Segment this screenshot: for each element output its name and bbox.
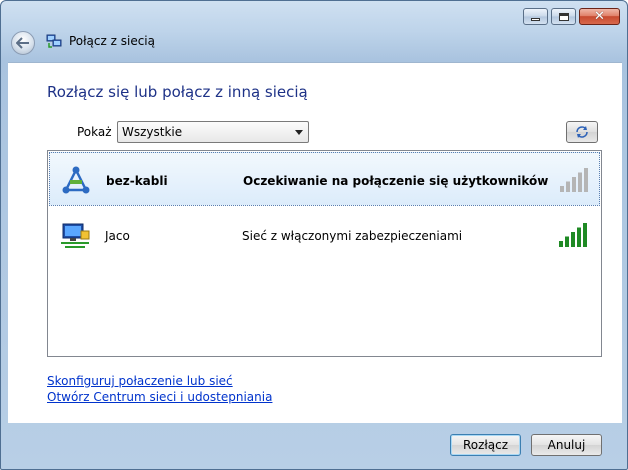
signal-bar [578,172,582,192]
window-title: Połącz z siecią [69,34,155,48]
network-row-jaco[interactable]: Jaco Sieć z włączonymi zabezpieczeniami [49,208,600,262]
setup-connection-link[interactable]: Skonfiguruj połaczenie lub sieć [47,374,233,388]
signal-bar [584,168,588,192]
network-list[interactable]: bez-kabli Oczekiwanie na połączenie się … [47,150,602,357]
signal-strength-icon [559,223,587,247]
minimize-button[interactable] [523,8,548,25]
maximize-button[interactable] [551,8,576,25]
refresh-button[interactable] [566,121,598,143]
network-status: Oczekiwanie na połączenie się użytkownik… [243,174,549,188]
signal-bar [572,177,576,192]
page-heading: Rozłącz się lub połącz z inną siecią [47,83,308,101]
disconnect-button[interactable]: Rozłącz [450,434,521,456]
chevron-down-icon [295,130,303,135]
secure-network-icon [61,223,90,248]
dialog-window: ✕ Połącz z siecią Rozłącz się lub połącz… [0,0,628,470]
adhoc-network-icon [62,166,90,194]
signal-bar [560,186,564,192]
network-filter-select[interactable]: Wszystkie [117,121,309,143]
refresh-icon [576,126,588,138]
network-name: bez-kabli [106,174,168,188]
network-row-bez-kabli[interactable]: bez-kabli Oczekiwanie na połączenie się … [49,152,600,206]
signal-bar [565,236,569,247]
caption-buttons: ✕ [523,8,620,25]
network-center-link[interactable]: Otwórz Centrum sieci i udostepniania [47,390,272,404]
signal-bar [559,241,563,247]
button-bar: Rozłącz Anuluj [8,423,622,463]
close-button[interactable]: ✕ [579,8,620,25]
close-icon: ✕ [594,9,605,24]
show-label: Pokaż [77,125,112,139]
signal-bar [566,181,570,192]
signal-bar [577,227,581,247]
network-status: Sieć z włączonymi zabezpieczeniami [242,229,463,243]
signal-bar [571,232,575,247]
cancel-button[interactable]: Anuluj [531,434,602,456]
content-area: Rozłącz się lub połącz z inną siecią Pok… [8,62,622,423]
signal-strength-icon [560,168,588,192]
signal-bar [583,223,587,247]
filter-value: Wszystkie [122,125,183,139]
back-button[interactable] [11,31,35,55]
back-arrow-icon [16,37,29,49]
network-connect-icon [46,34,62,48]
network-name: Jaco [105,229,130,243]
minimize-icon [531,18,540,21]
maximize-icon [558,12,569,21]
title-area: Połącz z siecią [46,33,155,49]
